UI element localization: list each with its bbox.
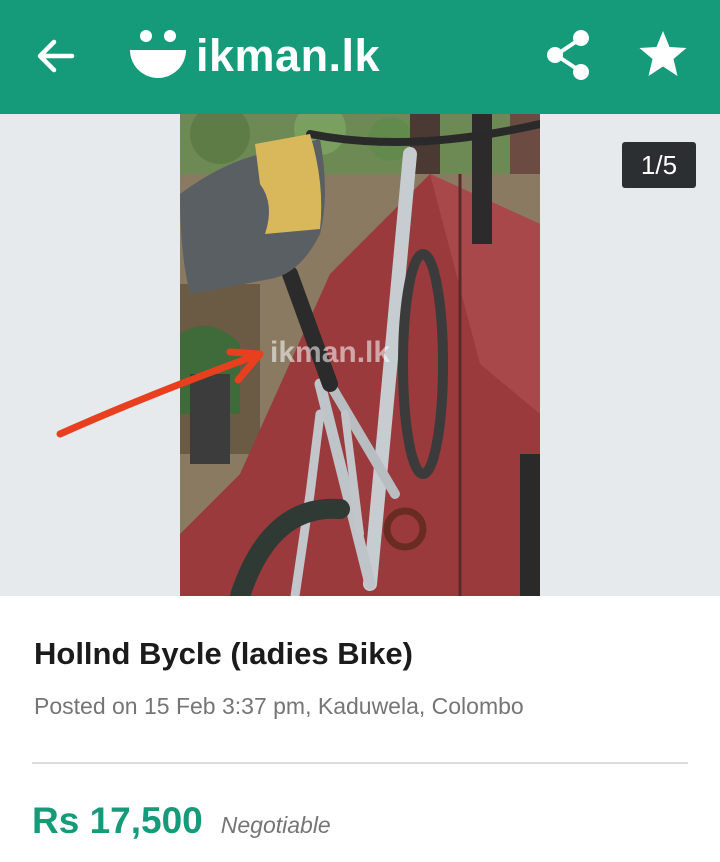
listing-title: Hollnd Bycle (ladies Bike) [34, 636, 413, 671]
ikman-logo: ikman.lk [126, 22, 380, 88]
share-icon [547, 30, 589, 80]
star-icon [639, 31, 687, 76]
favorite-button[interactable] [634, 26, 692, 84]
image-counter: 1/5 [622, 142, 696, 188]
brand-name: ikman.lk [196, 29, 381, 81]
share-button[interactable] [540, 26, 598, 84]
price-note: Negotiable [220, 812, 331, 838]
photo-watermark: ikman.lk [270, 336, 390, 369]
price-row: Rs 17,500 Negotiable [32, 800, 331, 842]
app-header: ikman.lk [0, 0, 720, 114]
back-button[interactable] [30, 30, 82, 82]
red-arrow-annotation [56, 348, 264, 438]
price: Rs 17,500 [32, 800, 203, 841]
image-gallery[interactable]: ikman.lk 1/5 [0, 114, 720, 596]
back-arrow-icon [37, 39, 75, 73]
posted-info: Posted on 15 Feb 3:37 pm, Kaduwela, Colo… [34, 693, 524, 719]
divider [32, 762, 688, 764]
ikman-logo-icon [130, 30, 186, 78]
